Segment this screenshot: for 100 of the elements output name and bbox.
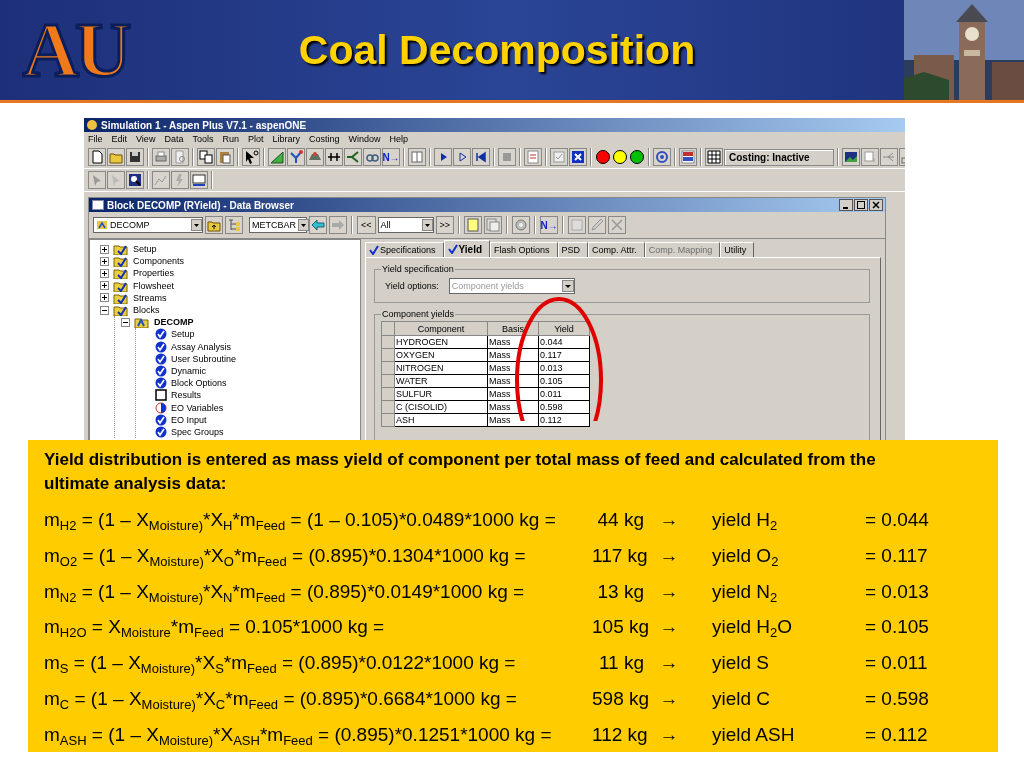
menu-item[interactable]: View [136, 134, 156, 144]
menu-item[interactable]: Window [348, 134, 381, 144]
tree-item[interactable]: Assay Analysis [171, 341, 232, 352]
magnifier-icon[interactable] [126, 171, 144, 189]
rewind-icon[interactable] [472, 148, 490, 166]
expand-icon[interactable] [100, 268, 109, 278]
tree-item[interactable]: Flowsheet [133, 280, 175, 291]
equation: m$_{S}$ = (1 – X$_{Moisture)}$*X$_{S}$*m$_{Feed}$ = (0.895)*0.0122*1000 kg = [44, 651, 517, 679]
tab[interactable]: Comp. Attr. [588, 242, 645, 257]
status-light[interactable] [612, 149, 628, 165]
menu-item[interactable]: Help [389, 134, 408, 144]
form-icon[interactable] [568, 216, 587, 234]
maximize-icon[interactable] [854, 199, 868, 211]
mixer-icon[interactable] [306, 148, 324, 166]
status-light[interactable] [629, 149, 645, 165]
tree-item[interactable]: Components [133, 256, 185, 267]
step-icon[interactable] [453, 148, 471, 166]
exchanger-icon[interactable] [325, 148, 343, 166]
clipboard-icon[interactable] [216, 148, 234, 166]
arrow: → [658, 579, 680, 604]
document-icon[interactable] [679, 148, 697, 166]
filter-select[interactable]: All [377, 217, 434, 233]
expand-icon[interactable] [100, 244, 109, 254]
window-icon [92, 200, 104, 210]
forward-button[interactable]: >> [435, 216, 455, 234]
costing-status: Costing: Inactive [724, 148, 834, 166]
printer-icon[interactable] [152, 148, 170, 166]
collapse-icon[interactable] [100, 305, 109, 315]
copy-icon[interactable] [197, 148, 215, 166]
menu-item[interactable]: Run [222, 134, 239, 144]
tab[interactable]: PSD [557, 242, 589, 257]
network-icon[interactable] [287, 148, 305, 166]
tab[interactable]: Flash Options [490, 242, 558, 257]
tree-item[interactable]: Block Options [171, 378, 227, 389]
report-icon[interactable] [524, 148, 542, 166]
app-icon [86, 119, 98, 131]
tree-item[interactable]: Spec Groups [171, 426, 224, 437]
object-select[interactable]: DECOMP [93, 217, 203, 233]
tree-item[interactable]: DECOMP [154, 317, 194, 328]
stack-icon[interactable] [861, 148, 879, 166]
chart-icon[interactable] [268, 148, 286, 166]
expand-icon[interactable] [100, 293, 109, 303]
minimize-icon[interactable] [839, 199, 853, 211]
yield-label: yield H$_{2}$O [711, 615, 794, 643]
tree-item[interactable]: Streams [133, 292, 167, 303]
play-icon[interactable] [434, 148, 452, 166]
check-form-icon[interactable] [550, 148, 568, 166]
group-title: Component yields [381, 309, 456, 319]
arrow: → [658, 722, 680, 747]
tab[interactable]: Utility [720, 242, 755, 257]
tree-item[interactable]: Blocks [133, 305, 160, 316]
tab[interactable]: Specifications [365, 242, 444, 257]
grid-icon[interactable] [705, 148, 723, 166]
equation: m$_{H2O}$ = X$_{Moisture}$*m$_{Feed}$ = 0.105*1000 kg = [44, 615, 386, 643]
folder-up-icon[interactable] [205, 216, 223, 234]
tree-item[interactable]: User Subroutine [171, 353, 237, 364]
yield-value: = 0.013 [864, 579, 930, 604]
menu-item[interactable]: Tools [192, 134, 214, 144]
back-button[interactable]: << [357, 216, 376, 234]
preview-icon[interactable] [171, 148, 189, 166]
expand-icon[interactable] [100, 281, 109, 291]
group-title: Yield specification [381, 264, 455, 274]
menu-item[interactable]: Costing [308, 134, 340, 144]
tree-item[interactable]: EO Input [171, 414, 207, 425]
notes-icon[interactable] [484, 216, 503, 234]
arrow-left-icon[interactable] [309, 216, 327, 234]
menu-item[interactable]: Library [272, 134, 300, 144]
expand-icon[interactable] [100, 256, 109, 266]
note-icon[interactable] [464, 216, 483, 234]
menu-item[interactable]: Data [164, 134, 184, 144]
tree-item[interactable]: Dynamic [171, 365, 206, 376]
loop-icon[interactable] [363, 148, 381, 166]
image-icon[interactable] [842, 148, 860, 166]
page-icon[interactable] [88, 148, 106, 166]
tab[interactable]: Yield [443, 240, 491, 257]
menu-item[interactable]: Edit [111, 134, 128, 144]
next-button[interactable]: N→ [540, 216, 559, 234]
splitter-icon[interactable] [344, 148, 362, 166]
menu-item[interactable]: Plot [247, 134, 264, 144]
units-select[interactable]: METCBAR [249, 217, 307, 233]
menu-item[interactable]: File [88, 134, 103, 144]
column-header: Yield [538, 321, 590, 336]
block-icon [96, 219, 108, 231]
yield-label: yield N$_{2}$ [711, 579, 779, 607]
pointer-icon[interactable] [242, 148, 260, 166]
tree-item[interactable]: Results [171, 390, 201, 401]
equation: m$_{H2}$ = (1 – X$_{Moisture)}$*X$_{H}$*m$_{Feed}$ = (1 – 0.105)*0.0489*1000 kg = [44, 508, 557, 535]
status-light[interactable] [595, 149, 611, 165]
close-icon[interactable] [869, 199, 883, 211]
tree-item[interactable]: Properties [133, 268, 175, 279]
yield-label: yield S [711, 651, 771, 676]
tree-item[interactable]: EO Variables [171, 402, 224, 413]
tree-item[interactable]: Setup [133, 244, 157, 255]
tree-item[interactable]: Setup [171, 329, 195, 340]
next-button[interactable]: N→ [382, 148, 400, 166]
panel-icon[interactable] [408, 148, 426, 166]
collapse-icon[interactable] [121, 317, 130, 327]
display-icon[interactable] [190, 171, 208, 189]
arrow: → [658, 651, 680, 676]
x-box-icon[interactable] [569, 148, 587, 166]
